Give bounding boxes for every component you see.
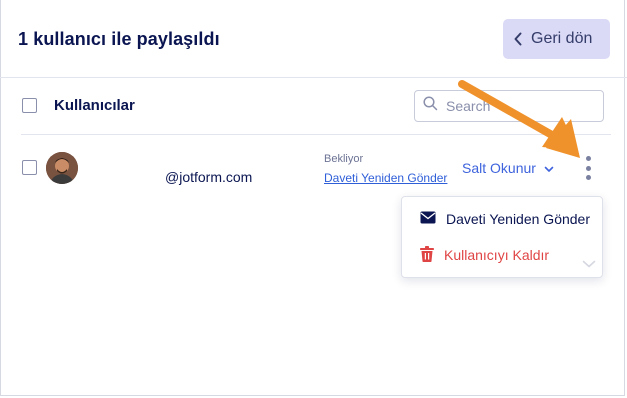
menu-item-resend-invite[interactable]: Daveti Yeniden Gönder	[402, 202, 602, 236]
back-button[interactable]: Geri dön	[503, 19, 610, 59]
chevron-down-icon	[544, 160, 554, 176]
trash-icon	[420, 245, 434, 265]
role-dropdown[interactable]: Salt Okunur	[462, 160, 554, 176]
menu-item-label: Kullanıcıyı Kaldır	[444, 247, 550, 263]
search-input[interactable]	[444, 97, 598, 115]
status-badge: Bekliyor	[324, 153, 364, 165]
avatar	[46, 152, 78, 184]
list-divider	[21, 134, 611, 135]
role-dropdown-label: Salt Okunur	[462, 160, 536, 176]
kebab-dot-icon	[585, 175, 591, 180]
users-column-label: Kullanıcılar	[54, 97, 135, 114]
menu-item-label: Daveti Yeniden Gönder	[446, 211, 590, 227]
chevron-down-icon	[582, 255, 596, 273]
more-options-button[interactable]	[581, 155, 595, 181]
options-menu: Daveti Yeniden Gönder Kullanıcıyı Kaldır	[401, 196, 603, 278]
menu-item-remove-user[interactable]: Kullanıcıyı Kaldır	[402, 238, 602, 272]
page-title: 1 kullanıcı ile paylaşıldı	[18, 29, 220, 49]
select-all-checkbox[interactable]	[22, 98, 37, 113]
kebab-dot-icon	[585, 165, 591, 171]
search-field[interactable]	[414, 90, 604, 122]
chevron-left-icon	[513, 32, 523, 46]
resend-invite-link[interactable]: Daveti Yeniden Gönder	[324, 171, 447, 185]
envelope-icon	[420, 211, 436, 227]
user-row-checkbox[interactable]	[22, 160, 37, 175]
search-icon	[423, 96, 438, 116]
kebab-dot-icon	[585, 156, 591, 161]
back-button-label: Geri dön	[531, 30, 593, 47]
user-email: @jotform.com	[165, 169, 253, 185]
dialog-header: 1 kullanıcı ile paylaşıldı Geri dön	[0, 0, 627, 78]
